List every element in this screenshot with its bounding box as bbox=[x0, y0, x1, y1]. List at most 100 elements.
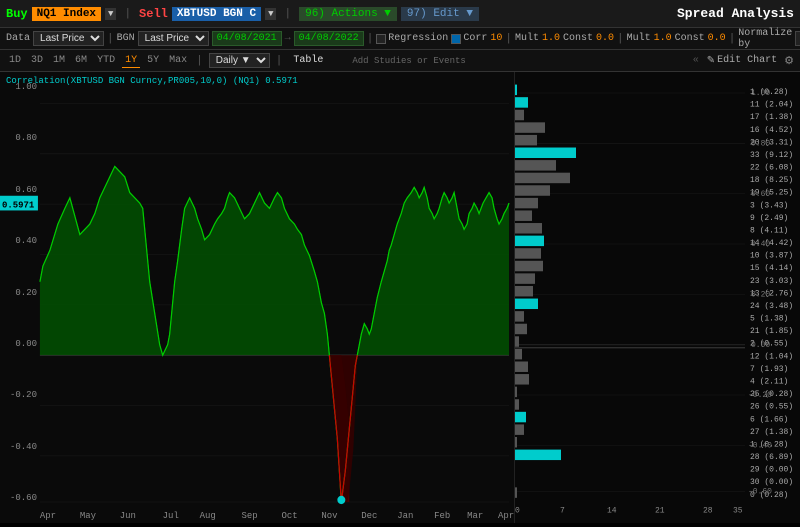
svg-text:0: 0 bbox=[515, 506, 520, 515]
period-5y[interactable]: 5Y bbox=[144, 54, 162, 67]
date-from[interactable]: 04/08/2021 bbox=[212, 31, 282, 46]
const-label: Const bbox=[563, 33, 593, 44]
regression-checkbox[interactable]: Regression bbox=[376, 33, 448, 44]
svg-text:-0.40: -0.40 bbox=[748, 441, 772, 450]
spread-title: Spread Analysis bbox=[677, 6, 794, 21]
chart-area: Correlation(XBTUSD BGN Curncy,PR005,10,0… bbox=[0, 72, 515, 523]
svg-text:28: 28 bbox=[703, 506, 713, 515]
svg-text:9 (2.49): 9 (2.49) bbox=[750, 213, 788, 223]
svg-text:0.00: 0.00 bbox=[751, 341, 770, 350]
svg-text:15 (4.14): 15 (4.14) bbox=[750, 263, 793, 273]
period-6m[interactable]: 6M bbox=[72, 54, 90, 67]
svg-text:3 (3.43): 3 (3.43) bbox=[750, 200, 788, 210]
edit-chart-button[interactable]: ✎ Edit Chart bbox=[707, 55, 777, 67]
chart-svg: 0.5971 Apr May Jun Jul Aug Sep Oct Nov D… bbox=[0, 72, 514, 523]
period-ytd[interactable]: YTD bbox=[94, 54, 118, 67]
mult-label2: Mult bbox=[627, 33, 651, 44]
svg-text:12 (1.04): 12 (1.04) bbox=[750, 351, 793, 361]
svg-text:Jul: Jul bbox=[163, 510, 180, 521]
svg-text:Dec: Dec bbox=[361, 510, 377, 521]
svg-text:5 (1.38): 5 (1.38) bbox=[750, 313, 788, 323]
svg-text:Feb: Feb bbox=[434, 510, 450, 521]
corr-check-sq bbox=[451, 34, 461, 44]
last-price-dropdown[interactable]: Last Price bbox=[33, 31, 104, 46]
svg-text:6 (1.66): 6 (1.66) bbox=[750, 414, 788, 424]
bar-chart-svg: 1 (0.28) 11 (2.04) 17 (1.38) 16 (4.52) 2… bbox=[515, 72, 800, 523]
data-label: Data bbox=[6, 33, 30, 44]
ticker1-box[interactable]: NQ1 Index bbox=[32, 7, 101, 21]
third-bar: 1D 3D 1M 6M YTD 1Y 5Y Max | Daily ▼ | Ta… bbox=[0, 50, 800, 72]
svg-text:0.60: 0.60 bbox=[751, 190, 770, 199]
corr-checkbox[interactable]: Corr bbox=[451, 33, 487, 44]
svg-text:Nov: Nov bbox=[321, 510, 338, 521]
period-max[interactable]: Max bbox=[166, 54, 190, 67]
bar-area: 1 (0.28) 11 (2.04) 17 (1.38) 16 (4.52) 2… bbox=[515, 72, 800, 523]
svg-text:Jun: Jun bbox=[120, 510, 136, 521]
const-value2: 0.0 bbox=[708, 33, 726, 44]
svg-text:16 (4.52): 16 (4.52) bbox=[750, 125, 793, 135]
svg-text:26 (0.55): 26 (0.55) bbox=[750, 402, 793, 412]
factor-dropdown[interactable]: Factor bbox=[795, 31, 800, 46]
svg-text:10 (3.87): 10 (3.87) bbox=[750, 250, 793, 260]
ticker2-box[interactable]: XBTUSD BGN C bbox=[172, 7, 261, 21]
svg-text:0.20: 0.20 bbox=[751, 290, 770, 299]
svg-text:0.40: 0.40 bbox=[751, 240, 770, 249]
svg-text:17 (1.38): 17 (1.38) bbox=[750, 112, 793, 122]
mult-label: Mult bbox=[515, 33, 539, 44]
add-studies-label: Add Studies or Events bbox=[352, 56, 688, 66]
svg-text:30 (0.00): 30 (0.00) bbox=[750, 477, 793, 487]
period-1y[interactable]: 1Y bbox=[122, 54, 140, 68]
chart-correlation-label: Correlation(XBTUSD BGN Curncy,PR005,10,0… bbox=[6, 76, 298, 86]
const-value: 0.0 bbox=[596, 33, 614, 44]
svg-text:33 (9.12): 33 (9.12) bbox=[750, 150, 793, 160]
svg-text:7 (1.93): 7 (1.93) bbox=[750, 364, 788, 374]
svg-text:Aug: Aug bbox=[200, 510, 216, 521]
last-price2-dropdown[interactable]: Last Price bbox=[138, 31, 209, 46]
edit-button[interactable]: 97) Edit ▼ bbox=[401, 7, 479, 21]
period-1d[interactable]: 1D bbox=[6, 54, 24, 67]
svg-text:Sep: Sep bbox=[242, 510, 258, 521]
second-bar: Data Last Price | BGN Last Price 04/08/2… bbox=[0, 28, 800, 50]
svg-text:27 (1.38): 27 (1.38) bbox=[750, 427, 793, 437]
ticker1-down-arrow[interactable]: ▼ bbox=[105, 8, 116, 20]
chart-y-axis: 1.00 0.80 0.60 0.40 0.20 0.00 -0.20 -0.4… bbox=[2, 82, 37, 503]
svg-text:Oct: Oct bbox=[281, 510, 297, 521]
svg-text:21 (1.85): 21 (1.85) bbox=[750, 326, 793, 336]
svg-text:7: 7 bbox=[560, 506, 565, 515]
svg-text:29 (0.00): 29 (0.00) bbox=[750, 464, 793, 474]
bgn-label: BGN bbox=[117, 33, 135, 44]
gear-icon[interactable]: ⚙ bbox=[784, 54, 794, 68]
regression-check-sq bbox=[376, 34, 386, 44]
buy-label: Buy bbox=[6, 7, 28, 21]
actions-button[interactable]: 96) Actions ▼ bbox=[299, 7, 397, 21]
top-bar: Buy NQ1 Index ▼ | Sell XBTUSD BGN C ▼ | … bbox=[0, 0, 800, 28]
svg-text:May: May bbox=[80, 510, 97, 521]
svg-text:24 (3.48): 24 (3.48) bbox=[750, 301, 793, 311]
svg-text:35: 35 bbox=[733, 506, 743, 515]
period-3d[interactable]: 3D bbox=[28, 54, 46, 67]
svg-text:-0.20: -0.20 bbox=[748, 391, 772, 400]
svg-text:Mar: Mar bbox=[467, 510, 483, 521]
ticker2-down-arrow[interactable]: ▼ bbox=[265, 8, 276, 20]
mult-value2: 1.0 bbox=[654, 33, 672, 44]
svg-text:8 (4.11): 8 (4.11) bbox=[750, 225, 788, 235]
svg-text:23 (3.03): 23 (3.03) bbox=[750, 276, 793, 286]
date-to[interactable]: 04/08/2022 bbox=[294, 31, 364, 46]
svg-text:0.80: 0.80 bbox=[751, 139, 770, 148]
svg-text:Apr: Apr bbox=[498, 510, 514, 521]
svg-text:28 (6.89): 28 (6.89) bbox=[750, 452, 793, 462]
svg-text:4 (2.11): 4 (2.11) bbox=[750, 376, 788, 386]
period-1m[interactable]: 1M bbox=[50, 54, 68, 67]
svg-text:Jan: Jan bbox=[397, 510, 413, 521]
svg-text:11 (2.04): 11 (2.04) bbox=[750, 99, 793, 109]
svg-text:18 (8.25): 18 (8.25) bbox=[750, 175, 793, 185]
svg-text:-0.60: -0.60 bbox=[748, 487, 772, 496]
normalize-by-label: Normalize by bbox=[738, 28, 792, 50]
svg-text:21: 21 bbox=[655, 506, 665, 515]
mult-value: 1.0 bbox=[542, 33, 560, 44]
table-button[interactable]: Table bbox=[288, 54, 328, 67]
main-content: Correlation(XBTUSD BGN Curncy,PR005,10,0… bbox=[0, 72, 800, 523]
corr-value: 10 bbox=[490, 33, 502, 44]
daily-dropdown[interactable]: Daily ▼ bbox=[209, 53, 270, 68]
svg-text:Apr: Apr bbox=[40, 510, 56, 521]
